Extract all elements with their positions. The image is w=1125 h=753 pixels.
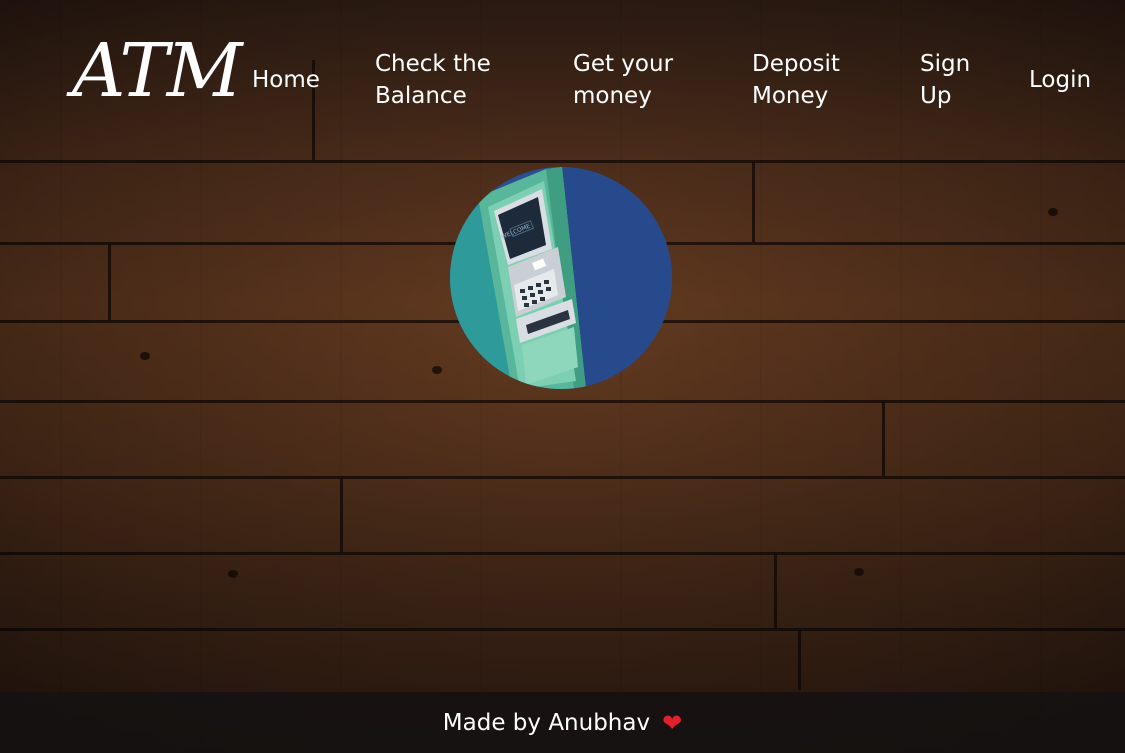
heart-icon: ❤ bbox=[662, 708, 683, 737]
top-navbar: ATM Home Check the Balance Get your mone… bbox=[0, 0, 1125, 160]
nav-deposit-line2: Money bbox=[752, 83, 829, 109]
nav-signup-line2: Up bbox=[920, 83, 952, 109]
nav-deposit-line1: Deposit bbox=[752, 51, 840, 77]
nav-signup-line1: Sign bbox=[920, 51, 971, 77]
nav-deposit-money[interactable]: Deposit Money bbox=[752, 48, 840, 112]
nav-home[interactable]: Home bbox=[252, 64, 320, 96]
atm-machine-icon: WELCOME bbox=[450, 167, 672, 389]
atm-logo[interactable]: ATM bbox=[72, 34, 243, 108]
nav-get-money[interactable]: Get your money bbox=[573, 48, 673, 112]
nav-check-balance-line1: Check the bbox=[375, 51, 491, 77]
nav-get-money-line2: money bbox=[573, 83, 652, 109]
atm-illustration: WELCOME bbox=[450, 167, 672, 389]
footer: Made by Anubhav ❤ bbox=[0, 692, 1125, 753]
footer-credit: Made by Anubhav bbox=[442, 709, 651, 736]
nav-check-balance[interactable]: Check the Balance bbox=[375, 48, 491, 112]
nav-login[interactable]: Login bbox=[1029, 64, 1091, 96]
nav-check-balance-line2: Balance bbox=[375, 83, 467, 109]
nav-sign-up[interactable]: Sign Up bbox=[920, 48, 970, 112]
nav-get-money-line1: Get your bbox=[573, 51, 674, 77]
